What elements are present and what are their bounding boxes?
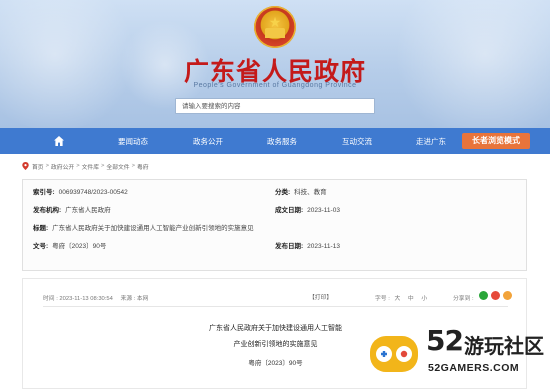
qzone-share-icon[interactable] <box>503 291 512 300</box>
doc-time: 时间 : 2023-11-13 08:30:54 <box>43 296 113 302</box>
main-nav: 要闻动态 政务公开 政务服务 互动交流 走进广东 长者浏览模式 <box>0 128 550 154</box>
location-pin-icon <box>22 162 29 170</box>
home-button[interactable] <box>0 128 118 154</box>
print-button[interactable]: 【打印】 <box>309 292 332 301</box>
wechat-share-icon[interactable] <box>479 291 488 300</box>
breadcrumb-current[interactable]: 粤府 <box>137 162 149 171</box>
home-icon <box>54 136 64 146</box>
publisher-value: 广东省人民政府 <box>65 207 111 214</box>
index-number-label: 索引号: <box>33 189 55 196</box>
watermark-domain: 52GAMERS.COM <box>428 362 520 374</box>
title-row: 标题: 广东省人民政府关于加快建设通用人工智能产业创新引领地的实施意见 <box>33 225 254 233</box>
nav-item-services[interactable]: 政务服务 <box>267 136 297 147</box>
watermark-name: 游玩社区 <box>464 334 544 358</box>
doc-meta: 时间 : 2023-11-13 08:30:54 来源 : 本网 <box>43 293 148 302</box>
elder-mode-button[interactable]: 长者浏览模式 <box>462 133 530 149</box>
font-size-controls: 字号 : 大 中 小 <box>375 293 427 302</box>
breadcrumb-separator: > <box>101 163 105 169</box>
breadcrumb-file-library[interactable]: 文件库 <box>82 162 99 171</box>
index-number-value: 006939748/2023-00542 <box>58 189 128 196</box>
publish-date-value: 2023-11-13 <box>307 243 340 250</box>
nav-item-news[interactable]: 要闻动态 <box>118 136 148 147</box>
doc-divider <box>43 306 508 307</box>
watermark-number: 52 <box>426 324 464 357</box>
font-size-label: 字号 : <box>375 296 390 302</box>
breadcrumb-separator: > <box>45 163 49 169</box>
breadcrumb-all-files[interactable]: 全部文件 <box>106 162 129 171</box>
index-number-row: 索引号: 006939748/2023-00542 <box>33 189 128 197</box>
site-subtitle: People's Government of Guangdong Provinc… <box>193 82 357 89</box>
font-size-small[interactable]: 小 <box>421 296 427 302</box>
gamepad-logo-icon <box>370 336 418 372</box>
publisher-row: 发布机构: 广东省人民政府 <box>33 207 111 215</box>
font-size-medium[interactable]: 中 <box>408 296 414 302</box>
document-info-table: 索引号: 006939748/2023-00542 分类: 科技、教育 发布机构: 广… <box>22 179 527 271</box>
category-row: 分类: 科技、教育 <box>275 189 327 197</box>
weibo-share-icon[interactable] <box>491 291 500 300</box>
title-label: 标题: <box>33 225 49 232</box>
doc-number-value: 粤府〔2023〕90号 <box>52 243 107 250</box>
category-label: 分类: <box>275 189 291 196</box>
breadcrumb-separator: > <box>76 163 80 169</box>
font-size-large[interactable]: 大 <box>394 296 400 302</box>
category-value: 科技、教育 <box>294 189 327 196</box>
doc-source: 来源 : 本网 <box>120 296 149 302</box>
share-label: 分享到 : <box>453 296 474 302</box>
doc-number-label: 文号: <box>33 243 49 250</box>
breadcrumb-open-gov[interactable]: 政府公开 <box>51 162 74 171</box>
publisher-label: 发布机构: <box>33 207 62 214</box>
breadcrumb-separator: > <box>131 163 135 169</box>
publish-date-label: 发布日期: <box>275 243 304 250</box>
watermark: 52 游玩社区 52GAMERS.COM <box>368 320 548 386</box>
publish-date-row: 发布日期: 2023-11-13 <box>275 243 340 251</box>
nav-item-open-gov[interactable]: 政务公开 <box>193 136 223 147</box>
breadcrumb: 首页 > 政府公开 > 文件库 > 全部文件 > 粤府 <box>22 161 149 171</box>
doc-number-row: 文号: 粤府〔2023〕90号 <box>33 243 106 251</box>
nav-item-interaction[interactable]: 互动交流 <box>342 136 372 147</box>
title-value: 广东省人民政府关于加快建设通用人工智能产业创新引领地的实施意见 <box>52 225 254 232</box>
search-input[interactable]: 请输入要搜索的内容 <box>175 98 375 114</box>
breadcrumb-home[interactable]: 首页 <box>32 162 44 171</box>
site-header: ★ 广东省人民政府 People's Government of Guangdo… <box>0 0 550 128</box>
national-emblem-icon: ★ <box>254 6 296 48</box>
written-date-row: 成文日期: 2023-11-03 <box>275 207 340 215</box>
written-date-label: 成文日期: <box>275 207 304 214</box>
nav-item-about-guangdong[interactable]: 走进广东 <box>416 136 446 147</box>
written-date-value: 2023-11-03 <box>307 207 340 214</box>
